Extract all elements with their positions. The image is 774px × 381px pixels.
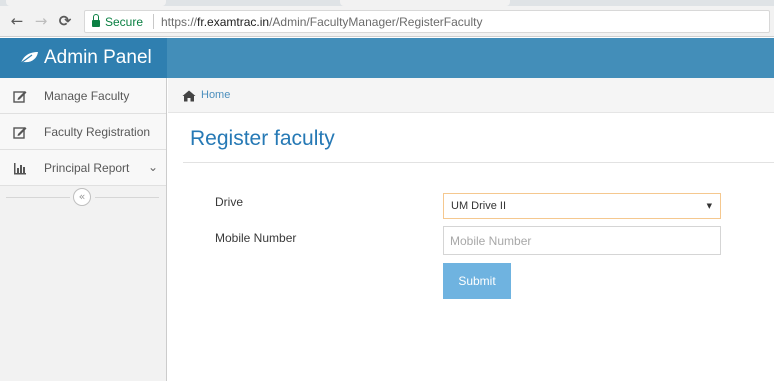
divider: [6, 197, 70, 198]
url-text[interactable]: https://fr.examtrac.in/Admin/FacultyMana…: [161, 15, 482, 29]
drive-select-value: UM Drive II: [451, 200, 506, 212]
home-icon: [182, 90, 196, 102]
drive-select[interactable]: UM Drive II ▼: [443, 193, 721, 219]
edit-icon: [13, 91, 27, 103]
sidebar-item-label: Principal Report: [44, 161, 130, 175]
sidebar: Manage Faculty Faculty Registration Prin…: [0, 78, 167, 381]
breadcrumb-home-link[interactable]: Home: [201, 89, 230, 101]
sidebar-item-manage-faculty[interactable]: Manage Faculty: [0, 78, 166, 114]
lock-icon: [92, 14, 100, 27]
url-host: fr.examtrac.in: [197, 15, 270, 29]
brand[interactable]: Admin Panel: [0, 38, 167, 78]
secure-label: Secure: [105, 15, 144, 29]
sidebar-item-principal-report[interactable]: Principal Report ⌄: [0, 150, 166, 186]
caret-down-icon: ▼: [706, 202, 712, 210]
forward-arrow-icon[interactable]: →: [32, 12, 50, 30]
sidebar-item-faculty-registration[interactable]: Faculty Registration: [0, 114, 166, 150]
breadcrumb: Home: [168, 78, 774, 113]
address-bar[interactable]: Secure https://fr.examtrac.in/Admin/Facu…: [84, 10, 770, 33]
app-header: Admin Panel: [0, 38, 774, 78]
sidebar-item-label: Faculty Registration: [44, 125, 151, 139]
mobile-number-input[interactable]: [443, 226, 721, 255]
page: ← → ⟳ Secure https://fr.examtrac.in/Admi…: [0, 0, 774, 381]
chevron-down-icon: ⌄: [148, 160, 159, 174]
divider: [95, 197, 159, 198]
title-divider: [183, 162, 774, 163]
browser-toolbar: ← → ⟳ Secure https://fr.examtrac.in/Admi…: [0, 6, 774, 37]
submit-button[interactable]: Submit: [443, 263, 511, 299]
brand-title: Admin Panel: [44, 47, 152, 68]
back-arrow-icon[interactable]: ←: [8, 12, 26, 30]
mobile-number-label: Mobile Number: [215, 231, 297, 245]
edit-icon: [13, 127, 27, 139]
double-chevron-left-icon[interactable]: «: [73, 188, 91, 206]
sidebar-item-label: Manage Faculty: [44, 89, 130, 103]
page-title: Register faculty: [190, 127, 335, 150]
url-divider: [153, 14, 154, 29]
leaf-icon: [20, 52, 38, 64]
reload-icon[interactable]: ⟳: [56, 12, 74, 30]
url-scheme: https://: [161, 15, 198, 29]
url-path: /Admin/FacultyManager/RegisterFaculty: [269, 15, 483, 29]
sidebar-collapse: «: [0, 186, 166, 208]
bar-chart-icon: [14, 163, 26, 175]
drive-label: Drive: [215, 195, 244, 209]
